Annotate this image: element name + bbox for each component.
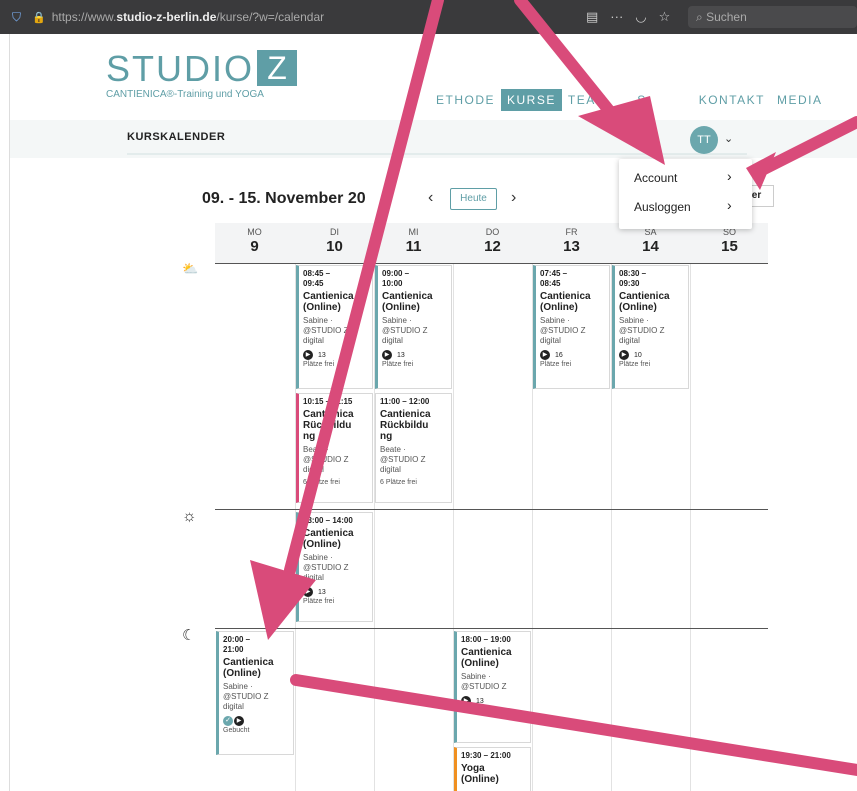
annotation-arrow	[284, 0, 444, 576]
annotation-arrow	[290, 674, 857, 776]
annotation-arrows	[250, 0, 857, 776]
arrowhead	[578, 96, 665, 165]
annotation-arrow	[756, 116, 857, 176]
arrowhead	[250, 560, 316, 640]
